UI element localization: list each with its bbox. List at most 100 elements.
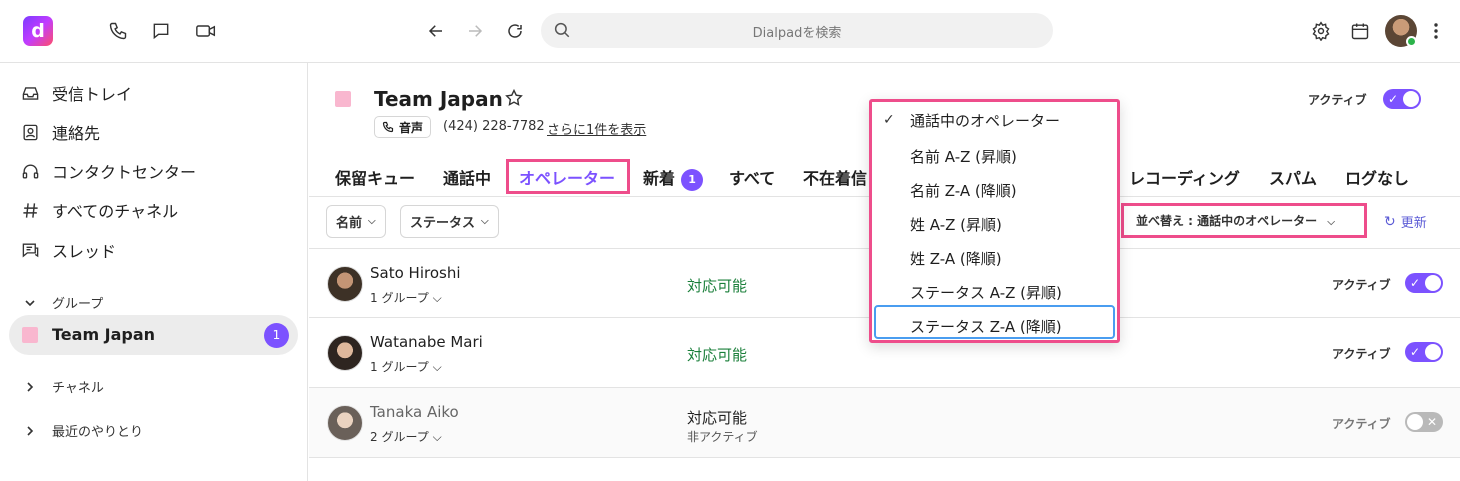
- operator-active-toggle[interactable]: ✕: [1405, 412, 1443, 432]
- phone-icon[interactable]: [107, 20, 129, 42]
- sidebar-item-team-japan[interactable]: Team Japan 1: [9, 315, 298, 355]
- tab-on-call[interactable]: 通話中: [443, 165, 491, 189]
- groups-section-header[interactable]: グループ: [20, 293, 103, 312]
- chevron-down-icon: ⌵: [432, 430, 442, 444]
- table-row[interactable]: Tanaka Aiko 2 グループ ⌵ 対応可能 非アクティブ アクティブ ✕: [309, 388, 1460, 458]
- tab-hold-queue[interactable]: 保留キュー: [335, 165, 415, 189]
- sort-option-status-asc[interactable]: ステータス A-Z (昇順): [910, 282, 1062, 303]
- recent-section-header[interactable]: 最近のやりとり: [20, 421, 143, 440]
- avatar: [327, 266, 363, 302]
- sort-option-surname-desc[interactable]: 姓 Z-A (降順): [910, 248, 1002, 269]
- sidebar: 受信トレイ 連絡先 コンタクトセンター すべてのチャネル スレッド グループ T…: [0, 63, 308, 481]
- team-color-square: [22, 327, 38, 343]
- chevron-right-icon: [20, 381, 40, 393]
- chevron-down-icon: ⌵: [432, 291, 442, 305]
- sidebar-item-label: 受信トレイ: [52, 85, 133, 104]
- video-icon[interactable]: [195, 20, 217, 42]
- reload-icon[interactable]: [504, 20, 526, 42]
- dialpad-logo[interactable]: d: [23, 16, 53, 46]
- sort-option-on-call[interactable]: 通話中のオペレーター: [910, 110, 1060, 131]
- refresh-label: 更新: [1400, 216, 1427, 231]
- operator-status: 対応可能: [687, 346, 748, 364]
- active-label: アクティブ: [1308, 93, 1367, 107]
- group-count[interactable]: 1 グループ ⌵: [370, 358, 442, 375]
- sidebar-item-label: すべてのチャネル: [52, 202, 179, 221]
- status-filter[interactable]: ステータス ⌵: [400, 205, 499, 238]
- sort-option-name-desc[interactable]: 名前 Z-A (降順): [910, 180, 1017, 201]
- kebab-menu-icon[interactable]: [1425, 20, 1447, 42]
- sort-option-name-asc[interactable]: 名前 A-Z (昇順): [910, 146, 1017, 167]
- group-count[interactable]: 1 グループ ⌵: [370, 289, 442, 306]
- toggle-knob: [1407, 414, 1423, 430]
- tab-missed[interactable]: 不在着信: [803, 165, 867, 189]
- channels-section-header[interactable]: チャネル: [20, 377, 104, 396]
- new-count-badge: 1: [681, 169, 704, 191]
- tab-all[interactable]: すべて: [729, 165, 775, 189]
- forward-arrow-icon[interactable]: [464, 20, 486, 42]
- name-filter[interactable]: 名前 ⌵: [326, 205, 386, 238]
- search-bar[interactable]: Dialpadを検索: [541, 13, 1053, 48]
- operator-active-toggle[interactable]: ✓: [1405, 273, 1443, 293]
- operator-active-toggle[interactable]: ✓: [1405, 342, 1443, 362]
- headset-icon: [20, 161, 40, 181]
- active-toggle[interactable]: ✓: [1383, 89, 1421, 109]
- back-arrow-icon[interactable]: [425, 20, 447, 42]
- recent-header-label: 最近のやりとり: [52, 425, 144, 440]
- chevron-down-icon: ⌵: [432, 360, 442, 374]
- check-icon: ✓: [1410, 276, 1421, 290]
- calendar-icon[interactable]: [1349, 20, 1371, 42]
- chevron-down-icon: ⌵: [1327, 217, 1335, 228]
- unread-badge: 1: [264, 323, 289, 348]
- tab-recordings[interactable]: レコーディング: [1129, 165, 1240, 189]
- operator-name: Watanabe Mari: [370, 333, 483, 351]
- show-more-link[interactable]: さらに1件を表示: [547, 119, 646, 138]
- sort-option-surname-asc[interactable]: 姓 A-Z (昇順): [910, 214, 1002, 235]
- sidebar-item-contacts[interactable]: 連絡先: [20, 120, 100, 144]
- refresh-button[interactable]: ↻ 更新: [1384, 212, 1427, 232]
- sort-option-status-desc[interactable]: ステータス Z-A (降順): [910, 316, 1062, 337]
- avatar: [327, 335, 363, 371]
- operator-status: 対応可能: [687, 409, 748, 427]
- thread-icon: [20, 240, 40, 260]
- channels-header-label: チャネル: [52, 381, 104, 396]
- voice-chip[interactable]: 音声: [374, 116, 432, 138]
- sidebar-item-contact-center[interactable]: コンタクトセンター: [20, 159, 196, 183]
- tab-spam[interactable]: スパム: [1269, 165, 1317, 189]
- name-filter-label: 名前: [336, 216, 363, 231]
- inactive-sublabel: 非アクティブ: [687, 430, 758, 444]
- sidebar-item-inbox[interactable]: 受信トレイ: [20, 81, 132, 105]
- inbox-icon: [20, 83, 40, 103]
- hash-icon: [20, 200, 40, 220]
- x-icon: ✕: [1426, 415, 1437, 429]
- sidebar-item-all-channels[interactable]: すべてのチャネル: [20, 198, 178, 222]
- operator-name: Tanaka Aiko: [370, 403, 459, 421]
- gear-icon[interactable]: [1310, 20, 1332, 42]
- tab-new-label: 新着: [643, 169, 676, 188]
- sidebar-item-threads[interactable]: スレッド: [20, 238, 116, 262]
- group-count[interactable]: 2 グループ ⌵: [370, 428, 442, 445]
- page-title: Team Japan: [374, 87, 503, 111]
- sort-label: 並べ替え : 通話中のオペレーター: [1136, 214, 1318, 228]
- toggle-knob: [1403, 91, 1419, 107]
- active-label: アクティブ: [1332, 278, 1391, 292]
- refresh-icon: ↻: [1384, 213, 1396, 230]
- phone-icon: [382, 121, 394, 133]
- active-label: アクティブ: [1332, 417, 1391, 431]
- group-count-label: 1 グループ: [370, 291, 429, 305]
- group-count-label: 1 グループ: [370, 360, 429, 374]
- operator-name: Sato Hiroshi: [370, 264, 461, 282]
- sort-dropdown[interactable]: 並べ替え : 通話中のオペレーター ⌵: [1136, 212, 1335, 229]
- tab-no-log[interactable]: ログなし: [1345, 165, 1409, 189]
- avatar: [327, 405, 363, 441]
- star-icon[interactable]: [504, 88, 524, 112]
- chevron-down-icon: ⌵: [481, 216, 489, 227]
- selected-tab-highlight: [506, 159, 630, 194]
- check-icon: ✓: [1388, 92, 1399, 106]
- groups-header-label: グループ: [52, 297, 104, 312]
- team-label: Team Japan: [52, 325, 156, 344]
- chat-icon[interactable]: [150, 20, 172, 42]
- chevron-down-icon: [20, 297, 40, 309]
- check-icon: ✓: [883, 112, 895, 128]
- team-color-square: [335, 91, 351, 107]
- tab-new[interactable]: 新着 1: [643, 165, 704, 191]
